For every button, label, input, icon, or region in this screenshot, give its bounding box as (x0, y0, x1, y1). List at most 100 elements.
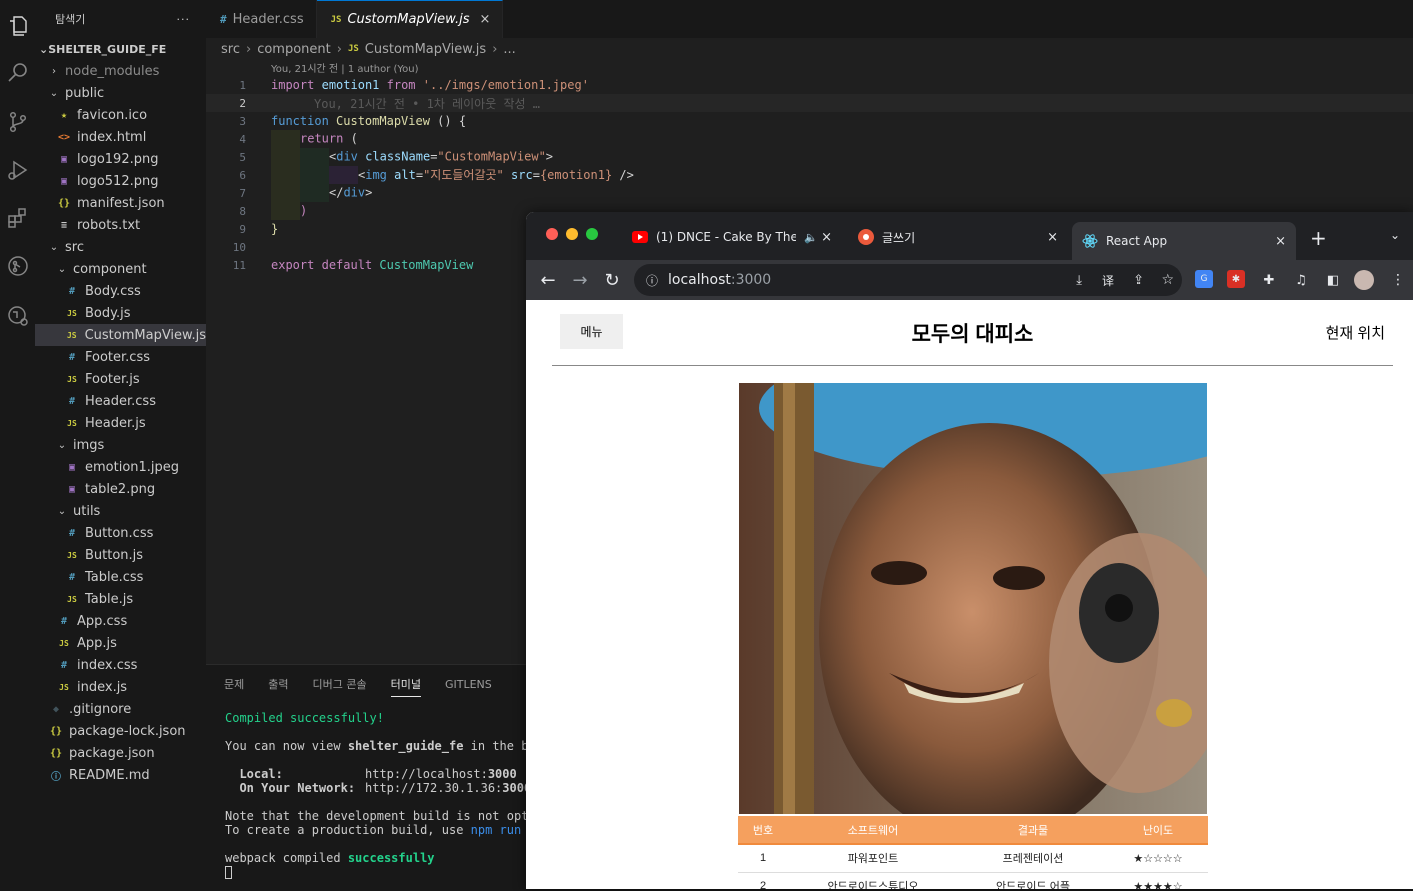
remote-explorer-icon[interactable] (0, 296, 35, 336)
install-app-icon[interactable]: ⤓ (1076, 273, 1082, 288)
chrome-menu-icon[interactable]: ⋮ (1388, 270, 1408, 290)
tree-file[interactable]: # Table.css (35, 566, 206, 588)
breadcrumb-component[interactable]: component (257, 42, 331, 57)
gitlens-icon[interactable] (0, 246, 35, 286)
code-line: 5 <div className="CustomMapView"> (206, 148, 1413, 166)
json-file-icon: {} (49, 747, 63, 759)
extension-icon[interactable]: ✱ (1227, 270, 1245, 288)
tree-file[interactable]: JS Footer.js (35, 368, 206, 390)
forward-button[interactable]: → (568, 268, 592, 292)
tree-file[interactable]: JS index.js (35, 676, 206, 698)
tree-file[interactable]: ▣ table2.png (35, 478, 206, 500)
tab-gitlens[interactable]: GITLENS (445, 674, 492, 695)
tree-file[interactable]: ≡ robots.txt (35, 214, 206, 236)
current-location-link[interactable]: 현재 위치 (1326, 322, 1385, 343)
back-button[interactable]: ← (536, 268, 560, 292)
reload-button[interactable]: ↻ (600, 268, 624, 292)
tree-file[interactable]: # Header.css (35, 390, 206, 412)
browser-tab-tistory[interactable]: 글쓰기 × (848, 222, 1068, 252)
browser-tab-youtube[interactable]: (1) DNCE - Cake By The 🔈 × (622, 222, 842, 252)
address-bar[interactable]: ⓘ localhost:3000 ⤓ 译 ⇪ ☆ (634, 264, 1182, 296)
tree-file[interactable]: # App.css (35, 610, 206, 632)
tree-file[interactable]: # index.css (35, 654, 206, 676)
line-number: 5 (239, 150, 246, 164)
extensions-icon[interactable] (0, 198, 35, 238)
tree-file[interactable]: ▣ logo512.png (35, 170, 206, 192)
tree-file[interactable]: JS Table.js (35, 588, 206, 610)
chevron-right-icon: › (492, 41, 498, 57)
tree-item-label: App.js (77, 635, 117, 651)
browser-tab-react-app[interactable]: React App × (1072, 222, 1296, 260)
tree-file[interactable]: <> index.html (35, 126, 206, 148)
tree-folder[interactable]: ⌄ imgs (35, 434, 206, 456)
tree-folder[interactable]: ⌄ component (35, 258, 206, 280)
close-icon[interactable]: × (821, 230, 832, 245)
tree-file[interactable]: JS App.js (35, 632, 206, 654)
tree-file[interactable]: ▣ logo192.png (35, 148, 206, 170)
tree-folder[interactable]: ⌄ public (35, 82, 206, 104)
run-debug-icon[interactable] (0, 150, 35, 190)
translate-icon[interactable]: 译 (1102, 272, 1114, 289)
tab-terminal[interactable]: 터미널 (390, 672, 421, 697)
breadcrumb-more[interactable]: ... (503, 42, 515, 57)
difficulty-stars: ★★★★☆ (1108, 872, 1208, 889)
close-icon[interactable]: × (480, 12, 491, 27)
extensions-puzzle-icon[interactable]: ✚ (1259, 270, 1279, 290)
css-file-icon: # (68, 285, 76, 297)
tree-file[interactable]: {} package.json (35, 742, 206, 764)
tree-folder[interactable]: ⌄ utils (35, 500, 206, 522)
tree-folder[interactable]: ⌄ src (35, 236, 206, 258)
close-icon[interactable]: × (1047, 230, 1058, 245)
speaker-icon[interactable]: 🔈 (804, 231, 818, 244)
tree-file[interactable]: ◆ .gitignore (35, 698, 206, 720)
code-token: from (386, 78, 416, 92)
code-token: div (343, 185, 366, 200)
chevron-down-icon: ⌄ (39, 42, 49, 56)
google-translate-extension-icon[interactable]: G (1195, 270, 1213, 288)
tree-file[interactable]: {} package-lock.json (35, 720, 206, 742)
tree-file[interactable]: ▣ emotion1.jpeg (35, 456, 206, 478)
search-icon[interactable] (0, 52, 35, 92)
tree-file[interactable]: # Body.css (35, 280, 206, 302)
codelens-authors[interactable]: You, 21시간 전 | 1 author (You) (206, 60, 1413, 76)
share-icon[interactable]: ⇪ (1133, 273, 1144, 288)
tree-file[interactable]: # Footer.css (35, 346, 206, 368)
minimize-window-button[interactable] (566, 228, 578, 240)
new-tab-button[interactable]: + (1310, 226, 1327, 250)
explorer-more-button[interactable]: ··· (177, 13, 191, 26)
bookmark-star-icon[interactable]: ☆ (1161, 272, 1174, 288)
tree-file[interactable]: JS Button.js (35, 544, 206, 566)
source-control-icon[interactable] (0, 102, 35, 142)
media-control-icon[interactable]: ♫ (1291, 270, 1311, 290)
breadcrumb-file[interactable]: CustomMapView.js (365, 42, 486, 57)
tree-file[interactable]: # Button.css (35, 522, 206, 544)
tree-file[interactable]: ⓘ README.md (35, 764, 206, 786)
js-file-icon: JS (67, 550, 77, 560)
close-icon[interactable]: × (1275, 234, 1286, 249)
side-panel-icon[interactable]: ◧ (1323, 270, 1343, 290)
breadcrumb-src[interactable]: src (221, 42, 240, 57)
tree-file[interactable]: JS Body.js (35, 302, 206, 324)
tree-folder[interactable]: › node_modules (35, 60, 206, 82)
tab-debug-console[interactable]: 디버그 콘솔 (313, 672, 367, 696)
explorer-icon[interactable] (0, 6, 35, 46)
terminal-text: On Your Network: (225, 781, 356, 795)
tab-problems[interactable]: 문제 (224, 672, 244, 696)
tab-header-css[interactable]: # Header.css (206, 0, 317, 38)
tree-file[interactable]: JS CustomMapView.js (35, 324, 206, 346)
table-header: 난이도 (1108, 816, 1208, 845)
image-file-icon: ▣ (60, 153, 68, 165)
tree-file[interactable]: ★ favicon.ico (35, 104, 206, 126)
tree-file[interactable]: {} manifest.json (35, 192, 206, 214)
maximize-window-button[interactable] (586, 228, 598, 240)
tab-output[interactable]: 출력 (268, 672, 288, 696)
tab-custommapview-js[interactable]: JS CustomMapView.js × (316, 0, 504, 38)
close-window-button[interactable] (546, 228, 558, 240)
tree-item-label: package.json (69, 745, 155, 761)
site-info-icon[interactable]: ⓘ (646, 272, 658, 289)
project-root[interactable]: ⌄ SHELTER_GUIDE_FE (35, 38, 206, 60)
url-host: localhost (668, 272, 731, 288)
profile-avatar[interactable] (1354, 270, 1374, 290)
tree-file[interactable]: JS Header.js (35, 412, 206, 434)
tab-search-icon[interactable]: ⌄ (1390, 228, 1400, 242)
